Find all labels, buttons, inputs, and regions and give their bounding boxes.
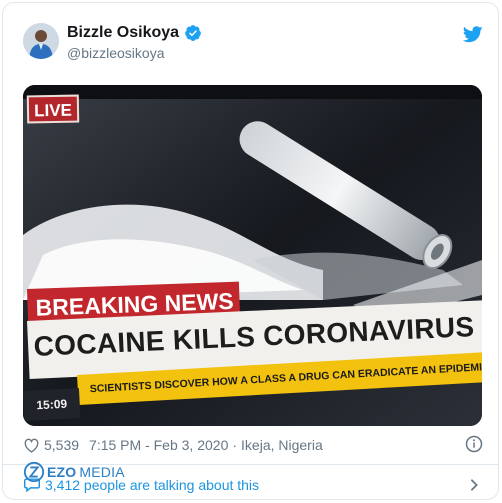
like-count[interactable]: 5,539 <box>44 437 79 453</box>
live-badge: LIVE <box>26 94 80 124</box>
author-display-name[interactable]: Bizzle Osikoya <box>67 24 179 42</box>
meta-separator: · <box>232 437 238 453</box>
info-icon[interactable] <box>465 435 483 453</box>
watermark-suffix: MEDIA <box>79 464 125 480</box>
twitter-bird-icon[interactable] <box>463 26 483 43</box>
author-avatar[interactable] <box>23 23 59 59</box>
ezo-logo-icon <box>23 461 45 483</box>
broadcast-time: 15:09 <box>23 388 81 421</box>
chevron-right-icon[interactable] <box>469 478 479 492</box>
tweet-header: Bizzle Osikoya @bizzleosikoya <box>21 20 483 64</box>
tweet-timestamp[interactable]: 7:15 PM - Feb 3, 2020 <box>89 437 228 453</box>
heart-icon[interactable] <box>23 438 40 453</box>
verified-badge-icon <box>185 25 201 41</box>
author-handle[interactable]: @bizzleosikoya <box>67 45 202 61</box>
tweet-media-image[interactable]: LIVE BREAKING NEWS COCAINE KILLS CORONAV… <box>23 85 482 426</box>
ezo-media-watermark: EZO MEDIA <box>23 461 125 483</box>
tweet-meta: 5,539 7:15 PM - Feb 3, 2020 · Ikeja, Nig… <box>23 434 485 456</box>
watermark-brand: EZO <box>47 464 77 480</box>
person-avatar-icon <box>23 23 59 59</box>
tweet-card: Bizzle Osikoya @bizzleosikoya LIVE BREAK… <box>2 2 499 500</box>
tweet-location[interactable]: Ikeja, Nigeria <box>241 437 323 453</box>
